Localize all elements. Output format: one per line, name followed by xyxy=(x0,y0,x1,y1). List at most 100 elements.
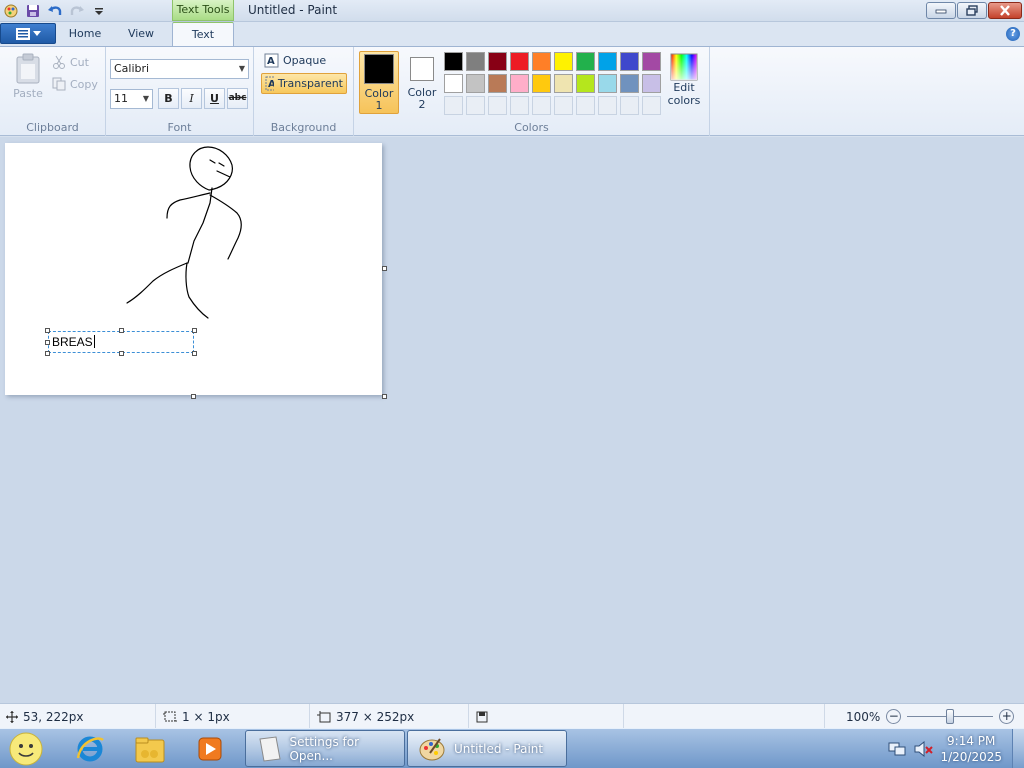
minimize-button[interactable] xyxy=(926,2,956,19)
custom-color-slot[interactable] xyxy=(576,96,595,115)
show-desktop-button[interactable] xyxy=(1012,729,1024,768)
underline-button[interactable]: U xyxy=(204,88,225,109)
color2-button[interactable]: Color 2 xyxy=(402,51,442,114)
redo-icon[interactable] xyxy=(68,2,86,20)
palette-swatch[interactable] xyxy=(620,74,639,93)
clock-date: 1/20/2025 xyxy=(940,750,1002,764)
resize-handle-bottom-right[interactable] xyxy=(192,351,197,356)
start-button[interactable] xyxy=(6,732,46,766)
stick-figure-drawing xyxy=(126,146,242,319)
internet-explorer-button[interactable] xyxy=(70,732,110,766)
text-caret xyxy=(93,335,95,348)
zoom-level: 100% xyxy=(846,709,881,724)
palette-swatch[interactable] xyxy=(642,52,661,71)
resize-handle-bottom[interactable] xyxy=(119,351,124,356)
copy-label: Copy xyxy=(70,77,98,91)
canvas-resize-handle-corner[interactable] xyxy=(382,394,387,399)
opaque-button[interactable]: A Opaque xyxy=(262,52,328,69)
start-orb-icon xyxy=(9,732,43,766)
taskbar-item-settings[interactable]: Settings for Open... xyxy=(245,730,405,767)
resize-handle-left[interactable] xyxy=(45,340,50,345)
bold-button[interactable]: B xyxy=(158,88,179,109)
tab-view[interactable]: View xyxy=(118,22,164,46)
zoom-in-button[interactable]: + xyxy=(999,709,1015,724)
custom-color-slot[interactable] xyxy=(466,96,485,115)
custom-color-slot[interactable] xyxy=(598,96,617,115)
edit-colors-button[interactable]: Edit colors xyxy=(666,53,702,107)
custom-color-slot[interactable] xyxy=(642,96,661,115)
palette-swatch[interactable] xyxy=(444,52,463,71)
window-title: Untitled - Paint xyxy=(248,3,338,17)
color1-button[interactable]: Color 1 xyxy=(359,51,399,114)
palette-swatch[interactable] xyxy=(444,74,463,93)
italic-button[interactable]: I xyxy=(181,88,202,109)
taskbar-item-paint[interactable]: Untitled - Paint xyxy=(407,730,567,767)
clock[interactable]: 9:14 PM 1/20/2025 xyxy=(940,733,1002,765)
color-spectrum-icon xyxy=(670,53,698,81)
custom-color-slot[interactable] xyxy=(620,96,639,115)
svg-text:A: A xyxy=(267,56,275,67)
palette-swatch[interactable] xyxy=(488,74,507,93)
custom-color-slot[interactable] xyxy=(554,96,573,115)
text-box[interactable]: BREAS xyxy=(45,328,197,356)
strikethrough-button[interactable]: abc xyxy=(227,88,248,109)
palette-swatch[interactable] xyxy=(510,74,529,93)
cut-button[interactable]: Cut xyxy=(52,55,89,69)
image-size-value: 377 × 252px xyxy=(336,709,415,724)
custom-color-slot[interactable] xyxy=(532,96,551,115)
custom-color-slot[interactable] xyxy=(444,96,463,115)
custom-color-slot[interactable] xyxy=(488,96,507,115)
media-player-button[interactable] xyxy=(190,732,230,766)
palette-swatch[interactable] xyxy=(598,52,617,71)
drawing-canvas[interactable]: BREAS xyxy=(5,143,382,395)
palette-swatch[interactable] xyxy=(576,74,595,93)
custom-color-slot[interactable] xyxy=(510,96,529,115)
restore-button[interactable] xyxy=(957,2,987,19)
volume-muted-icon[interactable] xyxy=(914,740,934,760)
tab-home[interactable]: Home xyxy=(62,22,108,46)
palette-swatch[interactable] xyxy=(532,52,551,71)
transparent-button[interactable]: A Transparent xyxy=(261,73,347,94)
canvas-area[interactable]: BREAS xyxy=(0,137,1024,703)
font-family-select[interactable]: Calibri ▼ xyxy=(110,59,249,79)
palette-swatch[interactable] xyxy=(576,52,595,71)
paste-label: Paste xyxy=(13,87,43,100)
palette-swatch[interactable] xyxy=(554,52,573,71)
zoom-slider[interactable] xyxy=(907,709,994,724)
palette-swatch[interactable] xyxy=(554,74,573,93)
resize-handle-top-left[interactable] xyxy=(45,328,50,333)
palette-swatch[interactable] xyxy=(598,74,617,93)
customize-toolbar-icon[interactable] xyxy=(90,2,108,20)
palette-swatch[interactable] xyxy=(510,52,529,71)
canvas-resize-handle-right[interactable] xyxy=(382,266,387,271)
palette-swatch[interactable] xyxy=(466,74,485,93)
palette-swatch[interactable] xyxy=(488,52,507,71)
canvas-resize-handle-bottom[interactable] xyxy=(191,394,196,399)
palette-swatch[interactable] xyxy=(620,52,639,71)
tab-text[interactable]: Text xyxy=(172,22,234,46)
paste-button[interactable]: Paste xyxy=(8,53,48,100)
help-icon[interactable]: ? xyxy=(1006,27,1020,41)
zoom-slider-thumb[interactable] xyxy=(946,709,955,724)
restore-icon xyxy=(966,5,978,16)
close-button[interactable] xyxy=(988,2,1022,19)
palette-swatch[interactable] xyxy=(532,74,551,93)
palette-swatch[interactable] xyxy=(466,52,485,71)
status-spacer xyxy=(625,704,825,729)
taskbar: Settings for Open... Untitled - Paint 9:… xyxy=(0,728,1024,768)
paint-menu-button[interactable] xyxy=(0,23,56,44)
zoom-out-button[interactable]: − xyxy=(886,709,902,724)
palette-swatch[interactable] xyxy=(642,74,661,93)
save-icon[interactable] xyxy=(24,2,42,20)
resize-handle-top[interactable] xyxy=(119,328,124,333)
resize-handle-top-right[interactable] xyxy=(192,328,197,333)
resize-handle-bottom-left[interactable] xyxy=(45,351,50,356)
paint-app-icon[interactable] xyxy=(2,2,20,20)
font-size-select[interactable]: 11 ▼ xyxy=(110,89,153,109)
windows-explorer-button[interactable] xyxy=(130,732,170,766)
copy-button[interactable]: Copy xyxy=(52,77,98,91)
undo-icon[interactable] xyxy=(46,2,64,20)
font-group: Calibri ▼ 11 ▼ B I U abc Font xyxy=(106,47,254,136)
network-icon[interactable] xyxy=(888,741,906,760)
text-tools-context-label: Text Tools xyxy=(172,0,234,21)
